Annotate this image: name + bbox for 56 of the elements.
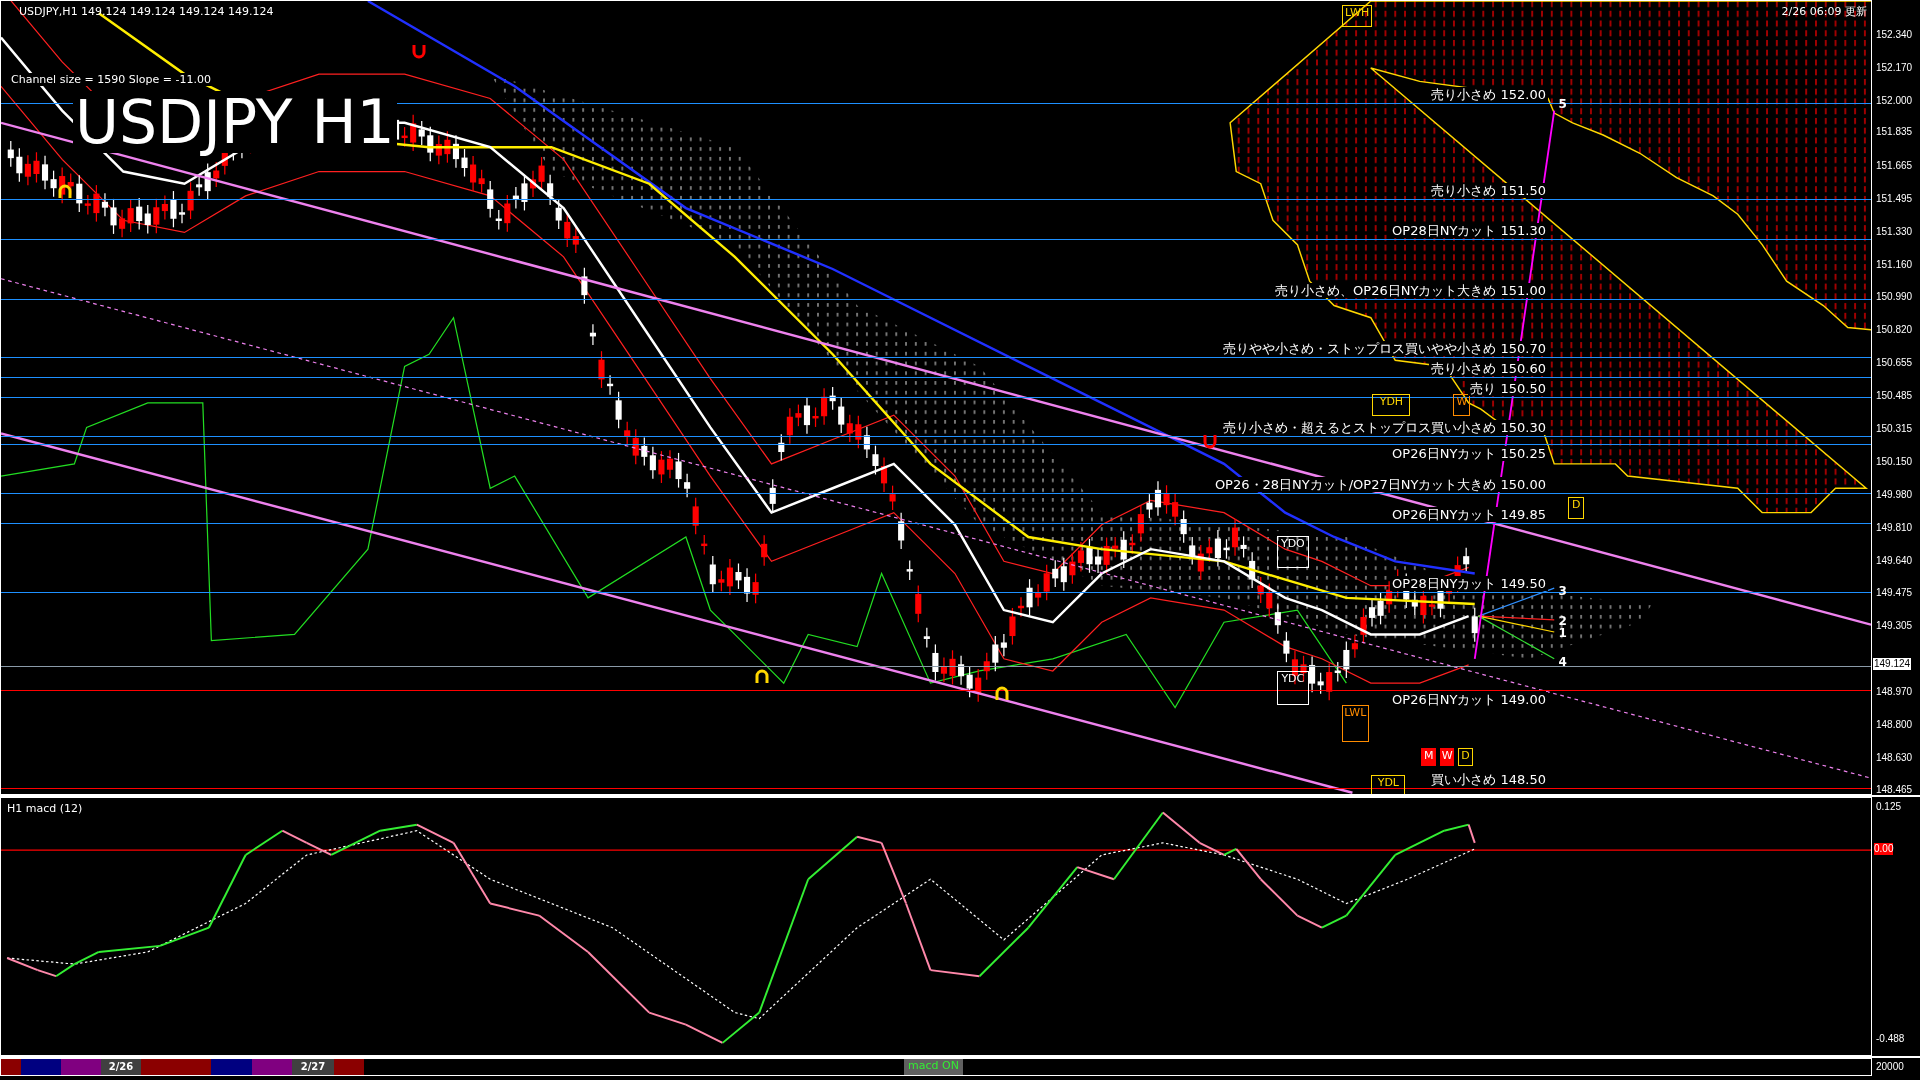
chart-marker: YDO xyxy=(1276,536,1309,568)
price-level-label: OP26日NYカット 150.25 xyxy=(1390,446,1548,462)
macd-tick: -0.488 xyxy=(1876,1033,1905,1045)
price-tick: 150.990 xyxy=(1876,290,1913,303)
price-tick: 151.835 xyxy=(1876,126,1913,139)
price-tick: 150.655 xyxy=(1876,356,1913,369)
chart-marker: D xyxy=(1458,747,1473,767)
update-time-text: 2/26 06:09 更新 xyxy=(1781,5,1867,18)
chart-marker: M xyxy=(1421,747,1437,767)
price-tick: 152.340 xyxy=(1876,28,1913,41)
chart-marker: LWL xyxy=(1341,705,1369,742)
price-tick: 148.970 xyxy=(1876,686,1913,699)
symbol-quote-text: USDJPY,H1 149.124 149.124 149.124 149.124 xyxy=(19,5,274,18)
price-level-label: OP26日NYカット 149.00 xyxy=(1390,692,1548,708)
chart-marker: W xyxy=(1439,747,1455,767)
price-level-label: 売りやや小さめ・ストップロス買いやや小さめ 150.70 xyxy=(1221,341,1548,357)
price-tick: 149.640 xyxy=(1876,555,1913,568)
macd-toggle-button[interactable]: macd ON xyxy=(904,1059,963,1075)
chart-marker: YDH xyxy=(1372,394,1411,417)
session-segment: 2/27 xyxy=(292,1059,334,1075)
projection-label: 1 xyxy=(1558,626,1567,640)
price-tick: 150.315 xyxy=(1876,422,1913,435)
price-tick: 151.330 xyxy=(1876,225,1913,238)
price-tick: 151.495 xyxy=(1876,192,1913,205)
price-tick: 148.800 xyxy=(1876,719,1913,732)
price-tick: 150.150 xyxy=(1876,455,1913,468)
chart-marker: D xyxy=(1568,496,1585,519)
session-segment: 2/26 xyxy=(101,1059,141,1075)
price-tick: 152.170 xyxy=(1876,61,1913,74)
price-tick: 149.980 xyxy=(1876,488,1913,501)
zero-level-tag: 0.00 xyxy=(1874,843,1894,855)
price-tick: 150.485 xyxy=(1876,389,1913,402)
price-tick: 149.810 xyxy=(1876,521,1913,534)
macd-tick: 0.125 xyxy=(1876,801,1902,813)
price-level-label: 買い小さめ 148.50 xyxy=(1429,772,1548,788)
price-level-label: OP28日NYカット 149.50 xyxy=(1390,576,1548,592)
price-tick: 152.000 xyxy=(1876,94,1913,107)
price-tick: 150.820 xyxy=(1876,323,1913,336)
chart-marker: W xyxy=(1453,394,1471,417)
projection-label: 4 xyxy=(1558,656,1567,670)
channel-info-text: Channel size = 1590 Slope = -11.00 xyxy=(10,73,212,86)
price-tick: 151.160 xyxy=(1876,258,1913,271)
projection-label: 2 xyxy=(1558,614,1567,628)
price-level-label: OP26日NYカット 149.85 xyxy=(1390,506,1548,522)
volume-scale-text: 20000 xyxy=(1876,1061,1904,1073)
macd-title: H1 macd (12) xyxy=(7,802,83,815)
chart-marker: YDL xyxy=(1371,774,1406,794)
price-tick: 148.465 xyxy=(1876,784,1913,796)
price-tick: 151.665 xyxy=(1876,159,1913,172)
current-price-tag: 149.124 xyxy=(1873,657,1912,670)
price-tick: 148.630 xyxy=(1876,752,1913,765)
price-tick: 149.475 xyxy=(1876,586,1913,599)
price-level-label: 売り小さめ 151.50 xyxy=(1429,183,1548,199)
price-level-label: 売り小さめ・超えるとストップロス買い小さめ 150.30 xyxy=(1221,419,1548,435)
price-tick: 149.305 xyxy=(1876,619,1913,632)
price-level-label: OP26・28日NYカット/OP27日NYカット大きめ 150.00 xyxy=(1212,477,1548,493)
